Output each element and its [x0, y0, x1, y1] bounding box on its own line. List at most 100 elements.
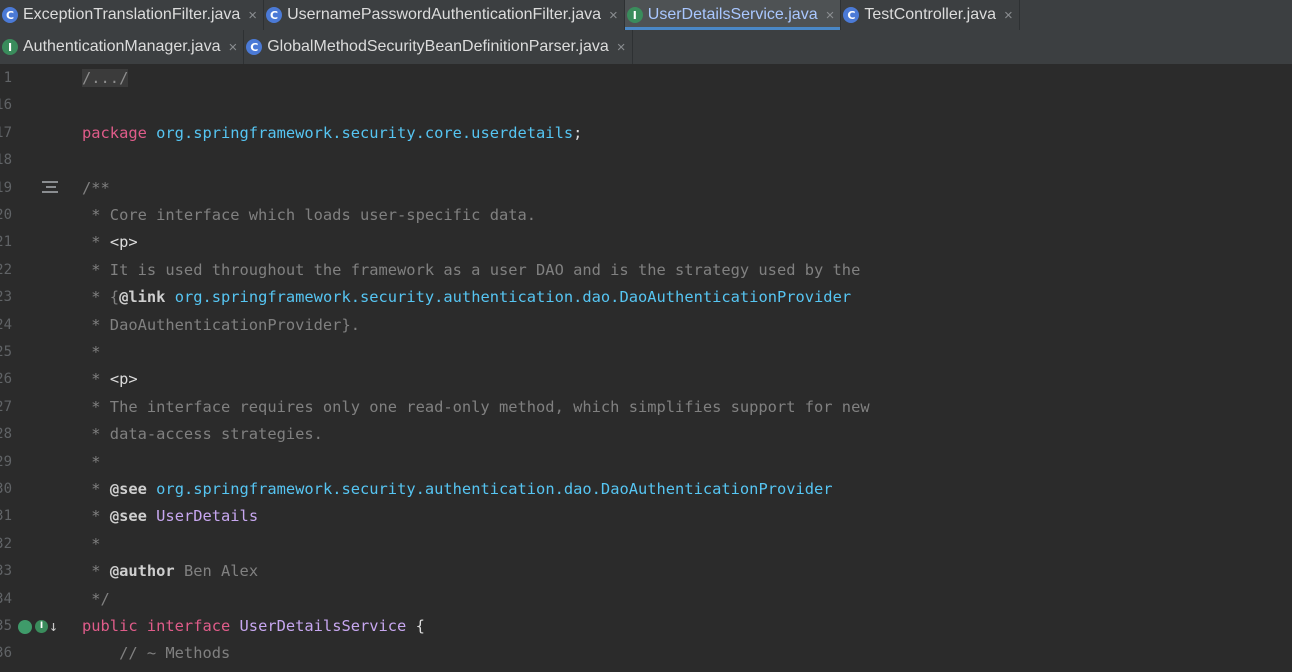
implemented-icon[interactable]: I ↓ — [18, 613, 58, 640]
token-cm: * — [82, 534, 101, 553]
implemented-marker-icon — [18, 619, 32, 634]
close-icon[interactable]: × — [609, 7, 618, 24]
code-line[interactable]: 34 */ — [0, 586, 1292, 613]
line-number: 1 — [3, 70, 12, 86]
code-line[interactable]: 18 — [0, 147, 1292, 174]
code-text: * — [82, 449, 101, 476]
line-number: 23 — [0, 289, 12, 306]
interface-file-icon: I — [626, 7, 643, 23]
code-line[interactable]: 27 * The interface requires only one rea… — [0, 394, 1292, 421]
code-line[interactable]: 36 // ~ Methods — [0, 640, 1292, 667]
close-icon[interactable]: × — [248, 7, 257, 24]
token-tag: <p> — [109, 233, 138, 252]
code-text: * — [82, 531, 101, 558]
code-line[interactable]: 25 * — [0, 339, 1292, 366]
class-file-icon: C — [843, 7, 860, 23]
token-cm: * — [82, 507, 110, 526]
tab-test-controller[interactable]: C TestController.java × — [841, 0, 1020, 30]
line-number: 35 — [0, 618, 12, 634]
close-icon[interactable]: × — [826, 7, 835, 24]
token-tag: <p> — [109, 370, 138, 389]
token-cm: // ~ Methods — [82, 644, 231, 663]
code-line[interactable]: 31 * @see UserDetails — [0, 503, 1292, 530]
close-icon[interactable]: × — [617, 39, 626, 56]
code-text: * The interface requires only one read-o… — [82, 394, 870, 421]
token-link: org.springframework.security.authenticat… — [156, 480, 833, 498]
line-number: 26 — [0, 371, 12, 388]
tab-label: UsernamePasswordAuthenticationFilter.jav… — [287, 6, 601, 23]
code-line[interactable]: 20 * Core interface which loads user-spe… — [0, 202, 1292, 229]
line-number: 34 — [0, 590, 12, 607]
code-editor[interactable]: 1 /.../ 16 17 package org.springframework.se… — [0, 65, 1292, 672]
code-text: * @see org.springframework.security.auth… — [82, 476, 833, 503]
token-kw: package — [82, 123, 157, 142]
code-line[interactable]: 19 /** — [0, 175, 1292, 202]
token-cm: * { — [82, 288, 120, 307]
token-iface: UserDetails — [156, 507, 259, 526]
token-ann: @see — [109, 507, 157, 526]
token-plain: { — [415, 617, 425, 635]
line-number: 33 — [0, 563, 12, 580]
code-line[interactable]: 24 * DaoAuthenticationProvider}. — [0, 312, 1292, 339]
line-number: 19 — [0, 179, 12, 196]
token-cm: * — [82, 452, 101, 471]
close-icon[interactable]: × — [228, 39, 237, 56]
interface-badge-icon: I — [35, 620, 48, 633]
code-line[interactable]: 33 * @author Ben Alex — [0, 558, 1292, 585]
token-cm: * The interface requires only one read-o… — [82, 397, 870, 416]
tab-label: TestController.java — [864, 6, 996, 23]
token-cm: /** — [82, 178, 110, 197]
tab-global-method-security-bean-definition-parser[interactable]: C GlobalMethodSecurityBeanDefinitionParse… — [244, 30, 633, 64]
interface-file-icon: I — [2, 39, 18, 55]
line-number: 17 — [0, 124, 12, 141]
code-line[interactable]: 1 /.../ — [0, 65, 1292, 92]
token-ann: @see — [109, 480, 157, 498]
line-number: 22 — [0, 261, 12, 278]
line-number: 30 — [0, 481, 12, 497]
token-kw: public interface — [82, 617, 240, 635]
code-line[interactable]: 29 * — [0, 449, 1292, 476]
code-text: /** — [82, 175, 110, 202]
token-cm: * It is used throughout the framework as… — [82, 260, 861, 279]
code-text: * DaoAuthenticationProvider}. — [82, 312, 360, 339]
token-cm: * — [82, 562, 110, 581]
arrow-down-icon: ↓ — [49, 617, 59, 635]
token-ann: @author — [109, 562, 184, 581]
token-pkg: org.springframework.security.core.userde… — [156, 123, 574, 142]
tab-exception-translation-filter[interactable]: C ExceptionTranslationFilter.java × — [0, 0, 265, 30]
line-number: 36 — [0, 645, 12, 662]
token-cm: * Core interface which loads user-specif… — [82, 206, 537, 224]
tab-user-details-service[interactable]: I UserDetailsService.java × — [624, 0, 842, 30]
code-text: * Core interface which loads user-specif… — [82, 202, 536, 229]
tab-label: GlobalMethodSecurityBeanDefinitionParser… — [267, 38, 609, 55]
code-text: * It is used throughout the framework as… — [82, 257, 860, 284]
tab-authentication-manager[interactable]: I AuthenticationManager.java × — [0, 30, 245, 64]
token-fold[interactable]: /.../ — [82, 69, 129, 87]
code-line[interactable]: 21 * <p> — [0, 229, 1292, 256]
token-cm: * — [82, 480, 110, 498]
line-number: 24 — [0, 316, 12, 333]
code-line[interactable]: 30 * @see org.springframework.security.a… — [0, 476, 1292, 503]
token-cm: * DaoAuthenticationProvider}. — [82, 315, 360, 334]
code-text: * <p> — [82, 366, 138, 393]
line-number: 29 — [0, 453, 12, 470]
code-line[interactable]: 22 * It is used throughout the framework… — [0, 257, 1292, 284]
code-line[interactable]: 17 package org.springframework.security.c… — [0, 120, 1292, 147]
javadoc-render-icon[interactable] — [42, 180, 58, 195]
token-cm: */ — [82, 589, 110, 608]
code-line[interactable]: 26 * <p> — [0, 366, 1292, 393]
line-number: 21 — [0, 234, 12, 251]
line-number: 18 — [0, 152, 12, 169]
line-number: 32 — [0, 535, 12, 552]
line-number: 27 — [0, 398, 12, 415]
code-line[interactable]: 28 * data-access strategies. — [0, 421, 1292, 448]
code-line[interactable]: 23 * {@link org.springframework.security… — [0, 284, 1292, 311]
token-cm: Ben Alex — [183, 562, 259, 581]
close-icon[interactable]: × — [1004, 7, 1013, 24]
code-line[interactable]: 35 public interface UserDetailsService {I… — [0, 613, 1292, 640]
tab-username-password-authentication-filter[interactable]: C UsernamePasswordAuthenticationFilter.ja… — [264, 0, 625, 30]
code-line[interactable]: 32 * — [0, 531, 1292, 558]
tab-label: ExceptionTranslationFilter.java — [23, 6, 241, 23]
code-line[interactable]: 16 — [0, 92, 1292, 119]
line-number: 31 — [0, 508, 12, 525]
